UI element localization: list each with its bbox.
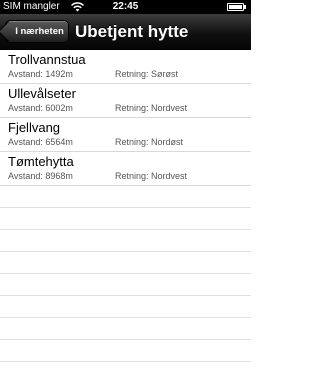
back-button[interactable]: I nærheten: [5, 20, 69, 43]
empty-list-row: [0, 340, 251, 362]
empty-list-row: [0, 296, 251, 318]
cabin-distance: Avstand: 8968m: [8, 171, 73, 181]
status-bar: SIM mangler 22:45: [0, 0, 251, 14]
empty-list-row: [0, 318, 251, 340]
cabin-direction: Retning: Nordvest: [115, 103, 188, 113]
cabin-distance: Avstand: 6002m: [8, 103, 73, 113]
empty-list-row: [0, 208, 251, 230]
cabin-distance: Avstand: 1492m: [8, 69, 73, 79]
cabin-row[interactable]: Trollvannstua Avstand: 1492m Retning: Sø…: [0, 50, 251, 84]
cabin-direction: Retning: Nordvest: [115, 171, 188, 181]
navigation-bar: I nærheten Ubetjent hytte: [0, 14, 251, 50]
cabin-row[interactable]: Ullevålseter Avstand: 6002m Retning: Nor…: [0, 84, 251, 118]
cabin-distance: Avstand: 6564m: [8, 137, 73, 147]
back-button-label: I nærheten: [15, 26, 64, 37]
cabin-name: Fjellvang: [8, 120, 61, 135]
cabin-list: Trollvannstua Avstand: 1492m Retning: Sø…: [0, 50, 251, 362]
cabin-name: Ullevålseter: [8, 86, 76, 101]
cabin-direction: Retning: Sørøst: [115, 69, 179, 79]
cabin-row[interactable]: Fjellvang Avstand: 6564m Retning: Nordøs…: [0, 118, 251, 152]
cabin-name: Tømtehytta: [8, 154, 74, 169]
cabin-row[interactable]: Tømtehytta Avstand: 8968m Retning: Nordv…: [0, 152, 251, 186]
status-time: 22:45: [112, 1, 139, 12]
battery-icon: [227, 3, 247, 11]
empty-list-row: [0, 186, 251, 208]
cabin-direction: Retning: Nordøst: [115, 137, 184, 147]
cabin-name: Trollvannstua: [8, 52, 86, 67]
empty-list-row: [0, 252, 251, 274]
empty-list-row: [0, 274, 251, 296]
page-title: Ubetjent hytte: [75, 22, 189, 41]
empty-list-row: [0, 230, 251, 252]
